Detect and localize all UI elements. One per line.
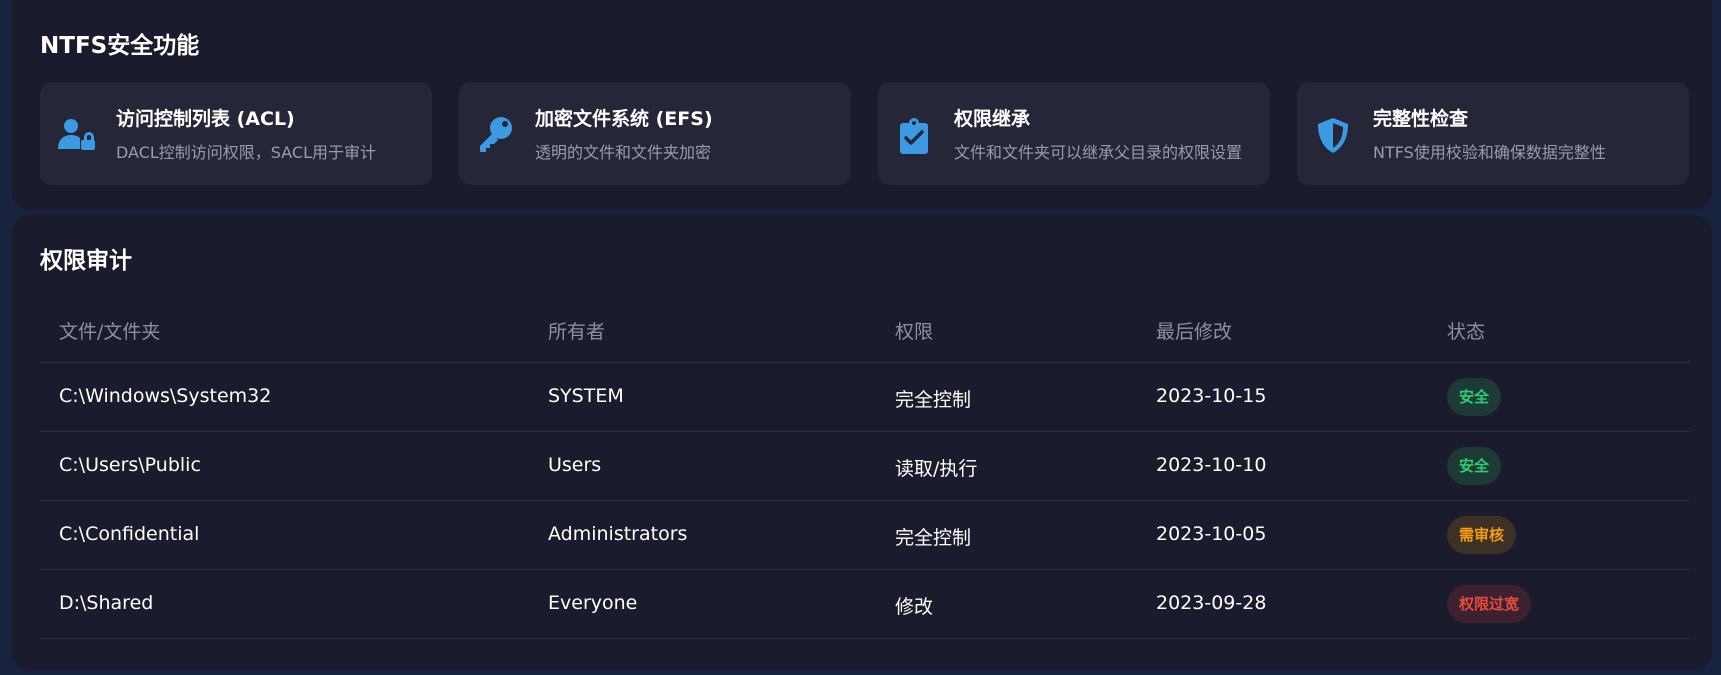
permission-audit-panel: 权限审计 文件/文件夹 所有者 权限 最后修改 状态 C:\Windows\Sy… [12, 215, 1712, 670]
status-badge: 权限过宽 [1447, 585, 1532, 623]
column-header-path: 文件/文件夹 [59, 321, 161, 343]
cell-permission: 完全控制 [895, 389, 972, 411]
cell-modified: 2023-10-05 [1156, 523, 1267, 545]
table-row[interactable]: C:\Users\Public Users 读取/执行 2023-10-10 安… [40, 432, 1690, 501]
cell-path: C:\Users\Public [59, 454, 201, 476]
feature-card-desc: NTFS使用校验和确保数据完整性 [1373, 143, 1606, 162]
feature-card-efs: 加密文件系统 (EFS) 透明的文件和文件夹加密 [459, 82, 851, 185]
cell-owner: Administrators [548, 523, 688, 545]
table-row[interactable]: D:\Shared Everyone 修改 2023-09-28 权限过宽 [40, 570, 1690, 639]
cell-path: C:\Confidential [59, 523, 200, 545]
cell-path: D:\Shared [59, 592, 154, 614]
feature-card-desc: 文件和文件夹可以继承父目录的权限设置 [954, 143, 1243, 162]
feature-card-desc: DACL控制访问权限，SACL用于审计 [116, 143, 376, 162]
clipboard-check-icon [894, 115, 934, 155]
status-badge: 安全 [1447, 447, 1502, 485]
column-header-status: 状态 [1447, 321, 1486, 343]
feature-card-integrity: 完整性检查 NTFS使用校验和确保数据完整性 [1297, 82, 1689, 185]
column-header-owner: 所有者 [548, 321, 606, 343]
column-header-permission: 权限 [895, 321, 934, 343]
cell-modified: 2023-10-10 [1156, 454, 1267, 476]
feature-card-inheritance: 权限继承 文件和文件夹可以继承父目录的权限设置 [878, 82, 1270, 185]
cell-permission: 完全控制 [895, 527, 972, 549]
table-header: 文件/文件夹 所有者 权限 最后修改 状态 [40, 295, 1690, 363]
user-lock-icon [56, 115, 96, 155]
ntfs-features-panel: NTFS安全功能 访问控制列表 (ACL) DACL控制访问权限，SACL用于审… [12, 0, 1712, 210]
cell-owner: Users [548, 454, 602, 476]
cell-permission: 读取/执行 [895, 458, 978, 480]
cell-permission: 修改 [895, 596, 934, 618]
feature-card-title: 完整性检查 [1373, 108, 1469, 130]
feature-card-title: 访问控制列表 (ACL) [116, 108, 295, 130]
cell-modified: 2023-10-15 [1156, 385, 1267, 407]
audit-section-title: 权限审计 [40, 248, 132, 274]
column-header-modified: 最后修改 [1156, 321, 1233, 343]
key-icon [475, 115, 515, 155]
audit-table: 文件/文件夹 所有者 权限 最后修改 状态 C:\Windows\System3… [40, 295, 1690, 639]
cell-modified: 2023-09-28 [1156, 592, 1267, 614]
feature-card-desc: 透明的文件和文件夹加密 [535, 143, 712, 162]
status-badge: 需审核 [1447, 516, 1517, 554]
cell-path: C:\Windows\System32 [59, 385, 272, 407]
status-badge: 安全 [1447, 378, 1502, 416]
shield-icon [1313, 115, 1353, 155]
cell-owner: SYSTEM [548, 385, 624, 407]
table-row[interactable]: C:\Confidential Administrators 完全控制 2023… [40, 501, 1690, 570]
feature-card-title: 权限继承 [954, 108, 1031, 130]
cell-owner: Everyone [548, 592, 638, 614]
features-section-title: NTFS安全功能 [40, 33, 200, 59]
feature-card-title: 加密文件系统 (EFS) [535, 108, 713, 130]
feature-card-acl: 访问控制列表 (ACL) DACL控制访问权限，SACL用于审计 [40, 82, 432, 185]
table-row[interactable]: C:\Windows\System32 SYSTEM 完全控制 2023-10-… [40, 363, 1690, 432]
